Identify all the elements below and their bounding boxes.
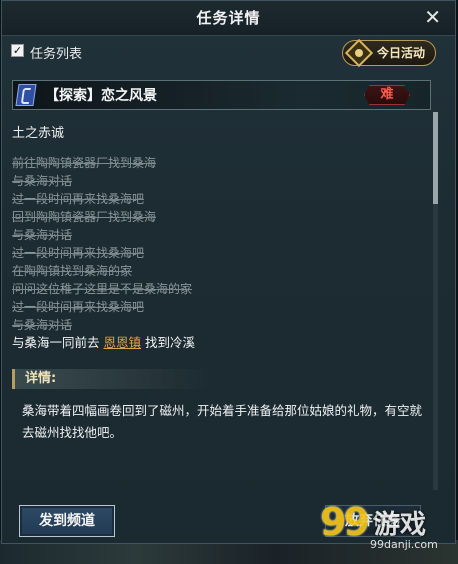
- toolbar: ✓ 任务列表 今日活动: [8, 38, 444, 68]
- scrollbar[interactable]: [433, 112, 438, 490]
- today-activity-button[interactable]: 今日活动: [342, 38, 436, 68]
- activity-icon: [344, 38, 374, 68]
- completed-step: 与桑海对话: [12, 174, 73, 188]
- details-heading: 详情:: [12, 369, 212, 389]
- difficulty-badge: 难: [364, 85, 410, 105]
- quest-header: 【探索】恋之风景 难: [12, 80, 431, 110]
- current-step-suffix: 找到冷溪: [145, 335, 196, 350]
- title-bar: 任务详情 ✕: [2, 1, 455, 36]
- completed-step: 回到陶陶镇瓷器厂找到桑海: [12, 210, 157, 224]
- quest-title: 【探索】恋之风景: [45, 88, 157, 104]
- completed-step: 问问这位稚子这里是不是桑海的家: [12, 282, 193, 296]
- abandon-quest-button[interactable]: 放弃任务: [325, 505, 421, 537]
- completed-step: 与桑海对话: [12, 318, 73, 332]
- quest-subtitle: 土之赤诚: [12, 126, 65, 141]
- today-activity-label: 今日活动: [377, 46, 426, 60]
- location-link[interactable]: 恩恩镇: [104, 335, 142, 350]
- completed-step: 前往陶陶镇瓷器厂找到桑海: [12, 156, 157, 170]
- completed-step: 在陶陶镇找到桑海的家: [12, 264, 133, 278]
- quest-type-icon: [15, 84, 37, 106]
- window-title: 任务详情: [196, 9, 261, 27]
- send-to-channel-button[interactable]: 发到频道: [19, 505, 115, 537]
- quest-steps-list: 前往陶陶镇瓷器厂找到桑海 与桑海对话 过一段时间再来找桑海吧 回到陶陶镇瓷器厂找…: [12, 154, 412, 352]
- scroll-thumb[interactable]: [433, 112, 438, 204]
- quest-list-label[interactable]: 任务列表: [30, 43, 82, 62]
- current-step-prefix: 与桑海一同前去: [12, 335, 100, 350]
- current-step: 与桑海一同前去 恩恩镇 找到冷溪: [12, 334, 412, 352]
- quest-list-checkbox[interactable]: ✓: [11, 44, 24, 57]
- details-text: 桑海带着四幅画卷回到了磁州，开始着手准备给那位姑娘的礼物，有空就去磁州找找他吧。: [22, 403, 423, 440]
- completed-step: 与桑海对话: [12, 228, 73, 242]
- completed-step: 过一段时间再来找桑海吧: [12, 246, 145, 260]
- close-icon[interactable]: ✕: [424, 5, 441, 29]
- completed-step: 过一段时间再来找桑海吧: [12, 300, 145, 314]
- completed-step: 过一段时间再来找桑海吧: [12, 192, 145, 206]
